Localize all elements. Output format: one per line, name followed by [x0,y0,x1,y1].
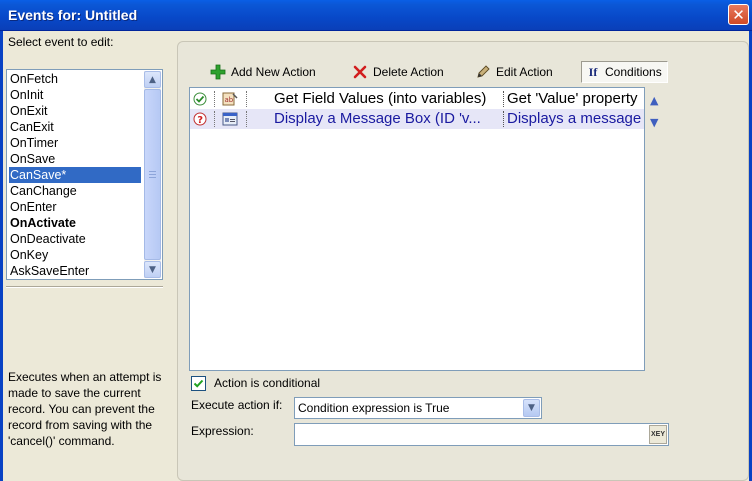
event-item-selected[interactable]: CanSave* [9,167,141,183]
variable-icon: ab [222,91,238,107]
chevron-up-icon: ▲ [149,74,156,85]
action-row[interactable]: ab Get Field Values (into variables) Get… [190,89,644,109]
question-status-icon: ? [192,111,208,127]
event-item[interactable]: OnActivate [9,215,141,231]
delete-icon [351,63,369,81]
close-icon: ✕ [732,5,745,24]
dropdown-button[interactable]: ▼ [523,399,540,417]
conditions-label: Conditions [605,65,662,79]
execute-if-label: Execute action if: [191,398,283,412]
column-separator [214,111,215,127]
window-frame-left [0,31,3,481]
actions-list[interactable]: ab Get Field Values (into variables) Get… [189,87,645,371]
column-separator [503,111,504,127]
event-list-scrollbar[interactable]: ▲ ▼ [144,71,161,278]
conditions-button[interactable]: If Conditions [581,61,668,83]
pencil-icon [474,63,492,81]
expression-input[interactable]: XEY [294,423,669,446]
chevron-down-icon: ▼ [149,264,156,275]
move-up-icon[interactable]: ▲ [650,94,658,107]
event-item[interactable]: OnExit [9,103,141,119]
column-separator [214,91,215,107]
action-description: Get 'Value' property [507,90,638,107]
event-item[interactable]: OnSave [9,151,141,167]
conditional-checkbox[interactable] [191,375,206,391]
event-item[interactable]: OnDeactivate [9,231,141,247]
edit-action-label: Edit Action [496,65,553,79]
event-item[interactable]: AskSaveEnter [9,263,141,279]
checkmark-icon [193,379,204,388]
scroll-down-button[interactable]: ▼ [144,261,161,278]
event-item[interactable]: OnTimer [9,135,141,151]
delete-action-button[interactable]: Delete Action [351,61,444,83]
scroll-up-button[interactable]: ▲ [144,71,161,88]
svg-text:?: ? [197,115,203,126]
close-button[interactable]: ✕ [728,4,749,25]
check-status-icon [192,91,208,107]
execute-if-select[interactable]: Condition expression is True ▼ [294,397,542,419]
action-description: Displays a message [507,110,642,127]
scroll-thumb[interactable] [144,89,161,260]
if-icon: If [588,64,598,79]
delete-action-label: Delete Action [373,65,444,79]
event-item[interactable]: CanChange [9,183,141,199]
expression-builder-button[interactable]: XEY [649,425,667,444]
add-action-button[interactable]: Add New Action [209,61,316,83]
svg-text:ab: ab [225,96,234,104]
title-bar[interactable]: Events for: Untitled ✕ [0,0,752,31]
conditional-checkbox-row[interactable]: Action is conditional [191,375,320,391]
event-item[interactable]: OnKey [9,247,141,263]
grip-icon [149,170,156,178]
event-item[interactable]: OnInit [9,87,141,103]
action-name: Display a Message Box (ID 'v... [274,110,481,127]
chevron-down-icon: ▼ [528,403,535,413]
event-item[interactable]: OnFetch [9,71,141,87]
plus-icon [209,63,227,81]
action-name: Get Field Values (into variables) [274,90,487,107]
conditional-checkbox-label: Action is conditional [214,376,321,390]
column-separator [246,111,247,127]
event-item[interactable]: OnEnter [9,199,141,215]
event-item[interactable]: CanExit [9,119,141,135]
event-description: Executes when an attempt is made to save… [8,370,162,448]
add-action-label: Add New Action [231,65,316,79]
window-title: Events for: Untitled [8,7,138,23]
message-box-icon [222,111,238,127]
edit-action-button[interactable]: Edit Action [474,61,553,83]
expression-label: Expression: [191,424,254,438]
move-down-icon[interactable]: ▼ [650,116,658,129]
expression-builder-icon: XEY [650,431,665,438]
action-row-selected[interactable]: ? Display a Message Box (ID 'v... Displa… [190,109,644,129]
column-separator [503,91,504,107]
column-separator [246,91,247,107]
select-event-label: Select event to edit: [8,35,114,49]
divider [6,286,163,288]
event-list[interactable]: OnFetch OnInit OnExit CanExit OnTimer On… [6,69,163,280]
execute-if-value: Condition expression is True [298,401,450,415]
